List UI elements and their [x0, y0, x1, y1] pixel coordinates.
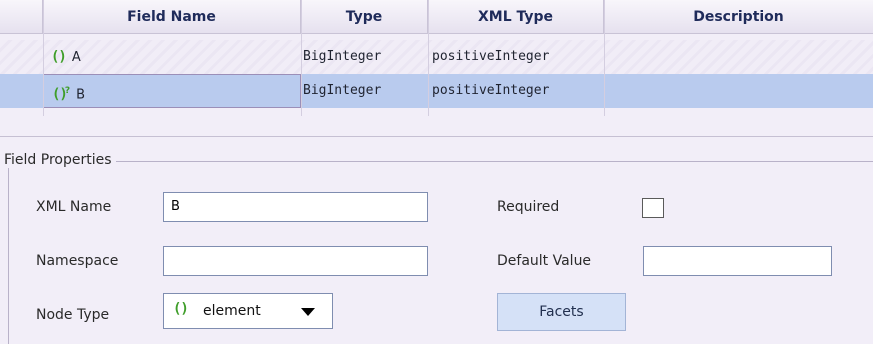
grid-header: Field Name Type XML Type Description: [0, 0, 873, 34]
field-name-cell[interactable]: ()? B: [43, 74, 301, 108]
type-cell[interactable]: BigInteger: [303, 74, 428, 108]
default-value-input[interactable]: [643, 246, 832, 276]
table-row-selected[interactable]: ()? B BigInteger positiveInteger: [0, 74, 873, 108]
braces-icon: (): [51, 49, 67, 65]
column-header-xml-type[interactable]: XML Type: [428, 0, 604, 34]
table-row[interactable]: () A BigInteger positiveInteger: [0, 40, 873, 74]
column-header-type[interactable]: Type: [301, 0, 428, 34]
namespace-label: Namespace: [36, 253, 119, 269]
node-type-value: element: [203, 303, 261, 319]
column-header-field-name[interactable]: Field Name: [43, 0, 301, 34]
required-checkbox[interactable]: [642, 198, 664, 218]
chevron-down-icon[interactable]: [301, 308, 315, 316]
node-type-label: Node Type: [36, 307, 110, 323]
xml-name-input[interactable]: B: [163, 192, 428, 222]
description-cell[interactable]: [610, 74, 873, 108]
facets-button[interactable]: Facets: [497, 293, 626, 331]
required-label: Required: [497, 199, 560, 215]
column-divider: [43, 0, 44, 116]
panel-divider: [0, 136, 873, 137]
column-divider: [428, 0, 429, 116]
xml-type-cell[interactable]: positiveInteger: [432, 40, 604, 74]
xml-type-cell[interactable]: positiveInteger: [432, 74, 604, 108]
fields-grid: Field Name Type XML Type Description () A…: [0, 0, 873, 116]
namespace-input[interactable]: [163, 246, 428, 276]
column-divider: [301, 0, 302, 116]
optional-marker: ?: [64, 86, 71, 96]
column-divider: [604, 0, 605, 116]
field-name-cell[interactable]: () A: [43, 40, 301, 74]
column-header-select: [0, 0, 43, 34]
braces-icon: (): [173, 301, 189, 317]
field-properties-legend: Field Properties: [4, 152, 116, 168]
field-name-text: B: [76, 87, 86, 103]
node-type-select[interactable]: () element: [163, 293, 333, 329]
type-cell[interactable]: BigInteger: [303, 40, 428, 74]
xml-name-label: XML Name: [36, 199, 112, 215]
column-header-description[interactable]: Description: [604, 0, 873, 34]
default-value-label: Default Value: [497, 253, 592, 269]
field-name-text: A: [71, 50, 81, 65]
description-cell[interactable]: [610, 40, 873, 74]
